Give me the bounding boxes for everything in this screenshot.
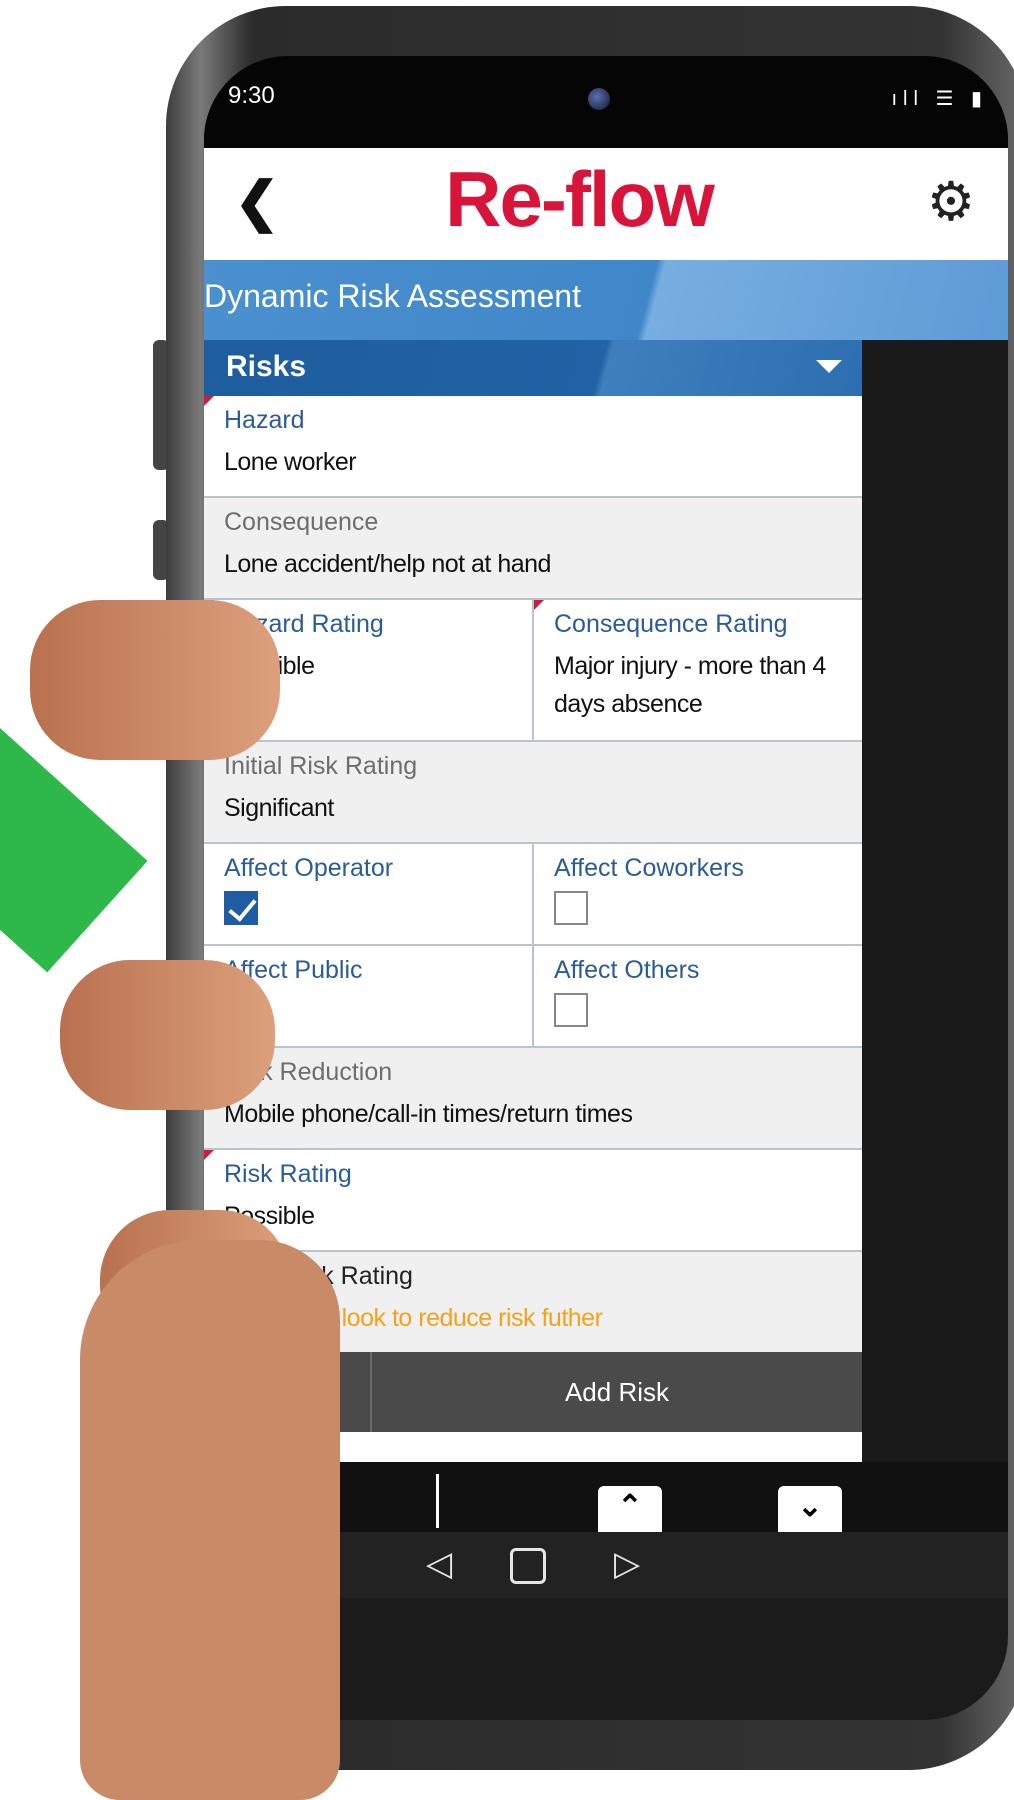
consequence-value: Lone accident/help not at hand (224, 550, 551, 578)
caret-down-icon[interactable] (816, 360, 842, 373)
affect-others-label: Affect Others (554, 956, 700, 984)
status-time: 9:30 (228, 82, 275, 109)
affect-row-1: Affect Operator Affect Coworkers (204, 844, 862, 946)
initial-risk-rating-value: Significant (224, 794, 334, 822)
risks-section-title: Risks (226, 350, 307, 383)
risk-form: Hazard Lone worker Consequence Lone acci… (204, 396, 862, 1352)
scroll-down-button[interactable]: ⌄ (778, 1486, 842, 1534)
app-logo: Re-flow (445, 155, 715, 243)
affect-coworkers-field: Affect Coworkers (532, 844, 862, 944)
risk-reduction-row: Risk Reduction Mobile phone/call-in time… (204, 1048, 862, 1150)
required-marker-icon (204, 1150, 214, 1160)
consequence-rating-value: Major injury - more than 4 days absence (554, 652, 826, 718)
consequence-rating-field[interactable]: Consequence Rating Major injury - more t… (532, 600, 862, 740)
risk-reduction-value: Mobile phone/call-in times/return times (224, 1100, 633, 1128)
front-camera (588, 88, 610, 110)
affect-others-field: Affect Others (532, 946, 862, 1046)
consequence-field: Consequence Lone accident/help not at ha… (204, 498, 862, 598)
hand-palm-decoration (80, 1240, 340, 1800)
risk-rating-row: Risk Rating Possible (204, 1150, 862, 1252)
hazard-value: Lone worker (224, 448, 357, 476)
add-risk-button[interactable]: Add Risk (372, 1352, 862, 1432)
risk-rating-value: Possible (224, 1202, 315, 1230)
required-marker-icon (204, 396, 214, 406)
initial-risk-rating-field: Initial Risk Rating Significant (204, 742, 862, 842)
risks-section-header[interactable]: Risks (204, 340, 862, 396)
system-back-icon[interactable]: ◁ (426, 1544, 452, 1584)
chevron-down-icon: ⌄ (797, 1490, 823, 1523)
nav-divider (436, 1474, 439, 1528)
chevron-left-icon: ❮ (234, 172, 280, 232)
signal-wifi-battery-icon: ıll ☰ ▮ (891, 88, 988, 110)
chevron-up-icon: ⌃ (617, 1490, 643, 1523)
app-header: ❮ Re-flow ⚙ (204, 148, 1008, 260)
hazard-field[interactable]: Hazard Lone worker (204, 396, 862, 496)
scroll-up-button[interactable]: ⌃ (598, 1486, 662, 1534)
affect-operator-label: Affect Operator (224, 854, 394, 882)
affect-row-2: Affect Public Affect Others (204, 946, 862, 1048)
initial-risk-rating-label: Initial Risk Rating (224, 752, 418, 780)
risk-rating-field[interactable]: Risk Rating Possible (204, 1150, 862, 1250)
consequence-label: Consequence (224, 508, 379, 536)
hazard-label: Hazard (224, 406, 305, 434)
risk-reduction-field: Risk Reduction Mobile phone/call-in time… (204, 1048, 862, 1148)
ratings-row: Hazard Rating Possible Consequence Ratin… (204, 600, 862, 742)
required-marker-icon (534, 600, 544, 610)
back-button[interactable]: ❮ (222, 166, 292, 238)
affect-public-label: Affect Public (224, 956, 363, 984)
page-title: Dynamic Risk Assessment (204, 278, 581, 314)
system-home-icon[interactable] (510, 1548, 546, 1584)
system-forward-icon[interactable]: ▷ (614, 1544, 640, 1584)
screen-edge (862, 340, 1008, 1462)
consequence-rating-label: Consequence Rating (554, 610, 788, 638)
affect-others-checkbox[interactable] (554, 993, 588, 1027)
page-title-bar: Dynamic Risk Assessment (204, 260, 1008, 340)
risk-reduction-label: Risk Reduction (224, 1058, 393, 1086)
finger-decoration (60, 960, 275, 1110)
initial-risk-row: Initial Risk Rating Significant (204, 742, 862, 844)
settings-button[interactable]: ⚙ (916, 166, 986, 238)
finger-decoration (30, 600, 280, 760)
status-bar: 9:30 ıll ☰ ▮ (204, 56, 1008, 148)
affect-coworkers-checkbox[interactable] (554, 891, 588, 925)
consequence-row: Consequence Lone accident/help not at ha… (204, 498, 862, 600)
affect-coworkers-label: Affect Coworkers (554, 854, 744, 882)
risk-rating-label: Risk Rating (224, 1160, 352, 1188)
gear-icon: ⚙ (926, 172, 976, 232)
affect-operator-checkbox[interactable] (224, 891, 258, 925)
hazard-row: Hazard Lone worker (204, 396, 862, 498)
affect-operator-field: Affect Operator (204, 844, 532, 944)
